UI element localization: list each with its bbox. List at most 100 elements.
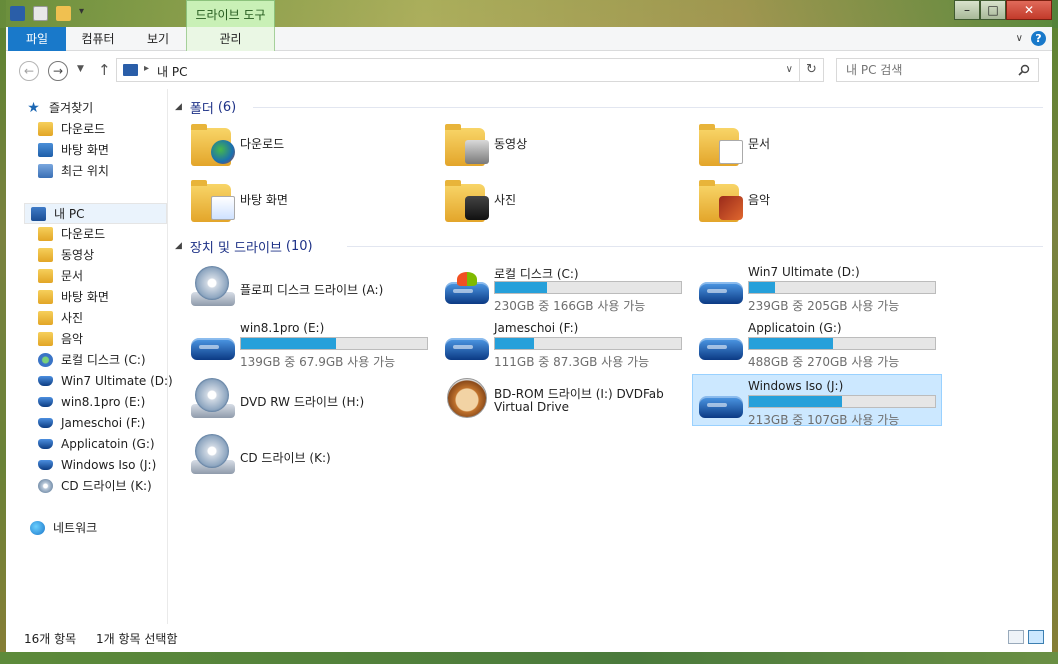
collapse-caret-icon: ◢ — [175, 241, 182, 251]
folder-downloads[interactable]: 다운로드 — [185, 121, 435, 173]
breadcrumb-separator-icon[interactable]: ▸ — [144, 63, 149, 74]
item-name: 플로피 디스크 드라이브 (A:) — [240, 283, 384, 297]
usage-bar — [748, 395, 936, 408]
item-name: 사진 — [494, 193, 517, 207]
folder-documents[interactable]: 문서 — [693, 121, 943, 173]
nav-label: 즐겨찾기 — [49, 101, 94, 115]
item-name: Win7 Ultimate (D:) — [748, 265, 860, 279]
drive-cd-k[interactable]: CD 드라이브 (K:) — [185, 429, 435, 481]
hdd-icon — [38, 438, 53, 449]
nav-this-pc[interactable]: 내 PC — [24, 203, 167, 224]
tab-computer[interactable]: 컴퓨터 — [66, 27, 130, 51]
group-title: 폴더 — [189, 101, 214, 117]
nav-favorites[interactable]: ★ 즐겨찾기 — [26, 97, 188, 118]
maximize-icon: □ — [987, 3, 999, 17]
item-name: 바탕 화면 — [240, 193, 288, 207]
nav-label: 네트워크 — [53, 521, 98, 535]
back-button[interactable]: ← — [19, 61, 39, 81]
nav-label: 문서 — [61, 269, 84, 283]
help-icon[interactable]: ? — [1031, 31, 1046, 46]
hdd-icon — [38, 375, 53, 386]
expand-ribbon-icon[interactable]: ∨ — [1016, 33, 1023, 44]
hdd-icon — [38, 459, 53, 470]
free-space: 488GB 중 270GB 사용 가능 — [748, 355, 900, 369]
usage-bar-fill — [495, 338, 535, 349]
usage-bar — [494, 281, 682, 294]
desktop-folder-icon — [189, 180, 235, 226]
hdd-icon — [697, 320, 743, 366]
drive-floppy-a[interactable]: 플로피 디스크 드라이브 (A:) — [185, 261, 435, 313]
collapse-caret-icon: ◢ — [175, 102, 182, 112]
nav-label: 로컬 디스크 (C:) — [61, 353, 146, 367]
drive-tools-context-tab: 드라이브 도구 — [186, 0, 275, 27]
download-folder-icon — [189, 124, 235, 170]
usage-bar-fill — [241, 338, 336, 349]
maximize-button[interactable]: □ — [980, 0, 1006, 20]
nav-label: win8.1pro (E:) — [61, 394, 146, 409]
documents-folder-icon — [38, 268, 53, 283]
documents-folder-icon — [697, 124, 743, 170]
music-folder-icon — [697, 180, 743, 226]
nav-label: 바탕 화면 — [61, 290, 109, 304]
drive-c[interactable]: 로컬 디스크 (C:) 230GB 중 166GB 사용 가능 — [439, 261, 689, 313]
folder-videos[interactable]: 동영상 — [439, 121, 689, 173]
drive-dvd-h[interactable]: DVD RW 드라이브 (H:) — [185, 373, 435, 425]
address-dropdown-icon[interactable]: ∨ — [786, 64, 793, 75]
group-header-drives[interactable]: ◢ 장치 및 드라이브 (10) — [175, 237, 313, 256]
pictures-folder-icon — [443, 180, 489, 226]
tab-manage[interactable]: 관리 — [186, 27, 275, 51]
hdd-icon — [189, 320, 235, 366]
new-folder-icon[interactable] — [56, 6, 71, 21]
free-space: 230GB 중 166GB 사용 가능 — [494, 299, 646, 313]
close-button[interactable]: ✕ — [1006, 0, 1052, 20]
drive-d[interactable]: Win7 Ultimate (D:) 239GB 중 205GB 사용 가능 — [693, 261, 943, 313]
folder-music[interactable]: 음악 — [693, 177, 943, 229]
search-input[interactable] — [836, 58, 1039, 82]
nav-label: 동영상 — [61, 248, 95, 262]
desktop-icon — [38, 142, 53, 157]
cd-drive-icon — [189, 432, 235, 478]
folder-pictures[interactable]: 사진 — [439, 177, 689, 229]
drive-e[interactable]: win8.1pro (E:) 139GB 중 67.9GB 사용 가능 — [185, 317, 435, 369]
nav-network[interactable]: 네트워크 — [30, 517, 192, 538]
drive-f[interactable]: Jameschoi (F:) 111GB 중 87.3GB 사용 가능 — [439, 317, 689, 369]
drive-g[interactable]: Applicatoin (G:) 488GB 중 270GB 사용 가능 — [693, 317, 943, 369]
usage-bar — [240, 337, 428, 350]
free-space: 213GB 중 107GB 사용 가능 — [748, 413, 900, 427]
refresh-button[interactable]: ↻ — [799, 59, 823, 81]
content-area: ★ 즐겨찾기 다운로드 바탕 화면 최근 위치 내 PC 다운로드 동영상 문서… — [6, 89, 1052, 624]
taskbar-background — [0, 652, 1058, 664]
forward-button[interactable]: → — [48, 61, 68, 81]
address-bar[interactable]: ▸ 내 PC ∨ ↻ — [116, 58, 824, 82]
free-space: 239GB 중 205GB 사용 가능 — [748, 299, 900, 313]
hdd-icon — [697, 264, 743, 310]
ribbon: 파일 컴퓨터 보기 관리 ∨ ? — [6, 27, 1052, 51]
recent-locations-dropdown-icon[interactable]: ▼ — [77, 64, 84, 74]
up-button[interactable]: ↑ — [98, 61, 111, 79]
nav-label: 다운로드 — [61, 122, 106, 136]
properties-icon[interactable] — [33, 6, 48, 21]
group-count: (6) — [217, 99, 237, 115]
tab-file[interactable]: 파일 — [8, 27, 66, 51]
tab-view[interactable]: 보기 — [130, 27, 186, 51]
folder-desktop[interactable]: 바탕 화면 — [185, 177, 435, 229]
tiles-view-icon[interactable] — [1028, 630, 1044, 644]
pc-icon[interactable] — [10, 6, 25, 21]
item-name: 로컬 디스크 (C:) — [494, 267, 579, 281]
group-header-folders[interactable]: ◢ 폴더 (6) — [175, 98, 237, 117]
customize-toolbar-icon[interactable]: ▾ — [79, 6, 94, 21]
item-count: 16개 항목 — [24, 632, 77, 646]
dvd-drive-icon — [189, 376, 235, 422]
drive-bdrom-i[interactable]: BD-ROM 드라이브 (I:) DVDFab Virtual Drive — [439, 373, 689, 425]
minimize-button[interactable]: – — [954, 0, 980, 20]
drive-j[interactable]: Windows Iso (J:) 213GB 중 107GB 사용 가능 — [692, 374, 942, 427]
search-icon[interactable] — [1018, 64, 1030, 76]
item-name: DVD RW 드라이브 (H:) — [240, 395, 365, 409]
breadcrumb-pc[interactable]: 내 PC — [157, 63, 187, 80]
details-view-icon[interactable] — [1008, 630, 1024, 644]
nav-label: 내 PC — [54, 207, 85, 221]
status-bar: 16개 항목 1개 항목 선택함 — [6, 624, 1052, 652]
item-name: CD 드라이브 (K:) — [240, 451, 331, 465]
downloads-folder-icon — [38, 226, 53, 241]
recent-places-icon — [38, 163, 53, 178]
